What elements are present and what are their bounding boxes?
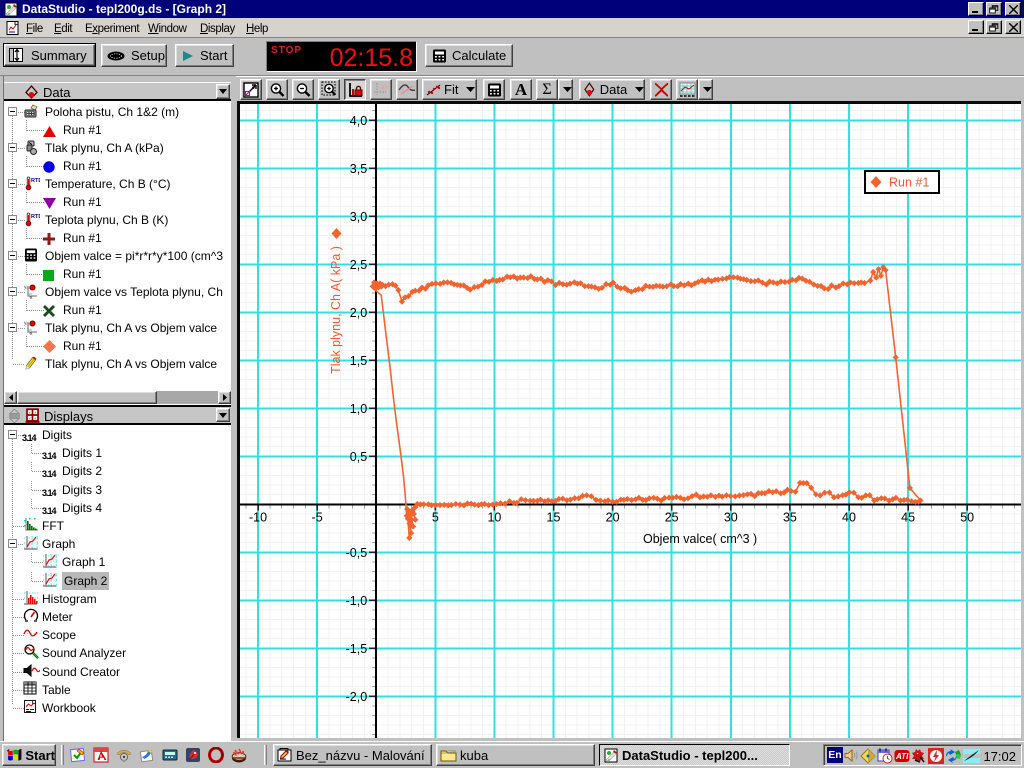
svg-text:25: 25 xyxy=(665,510,679,524)
svg-text:2,5: 2,5 xyxy=(350,258,367,272)
svg-text:1,0: 1,0 xyxy=(350,402,367,416)
svg-text:-1,0: -1,0 xyxy=(346,594,368,608)
svg-text:10: 10 xyxy=(487,510,501,524)
svg-text:40: 40 xyxy=(842,510,856,524)
svg-text:15: 15 xyxy=(547,510,561,524)
svg-text:45: 45 xyxy=(901,510,915,524)
svg-text:5: 5 xyxy=(432,510,439,524)
svg-text:20: 20 xyxy=(606,510,620,524)
svg-text:2,0: 2,0 xyxy=(350,306,367,320)
svg-text:3,5: 3,5 xyxy=(350,162,367,176)
svg-text:Tlak plynu, Ch A( kPa ): Tlak plynu, Ch A( kPa ) xyxy=(329,246,343,374)
svg-text:1,5: 1,5 xyxy=(350,354,367,368)
svg-text:-10: -10 xyxy=(249,510,267,524)
svg-text:-1,5: -1,5 xyxy=(346,642,368,656)
svg-text:-2,0: -2,0 xyxy=(346,690,368,704)
svg-text:35: 35 xyxy=(783,510,797,524)
svg-text:50: 50 xyxy=(960,510,974,524)
svg-text:-5: -5 xyxy=(312,510,323,524)
svg-text:30: 30 xyxy=(724,510,738,524)
svg-text:3,0: 3,0 xyxy=(350,210,367,224)
svg-text:0,5: 0,5 xyxy=(350,450,367,464)
svg-text:XY: XY xyxy=(381,86,389,92)
svg-text:-0,5: -0,5 xyxy=(346,546,368,560)
svg-text:4,0: 4,0 xyxy=(350,114,367,128)
svg-text:ATI: ATI xyxy=(895,752,909,761)
svg-text:Objem valce( cm^3 ): Objem valce( cm^3 ) xyxy=(643,532,757,546)
svg-text:Run #1: Run #1 xyxy=(889,176,929,190)
